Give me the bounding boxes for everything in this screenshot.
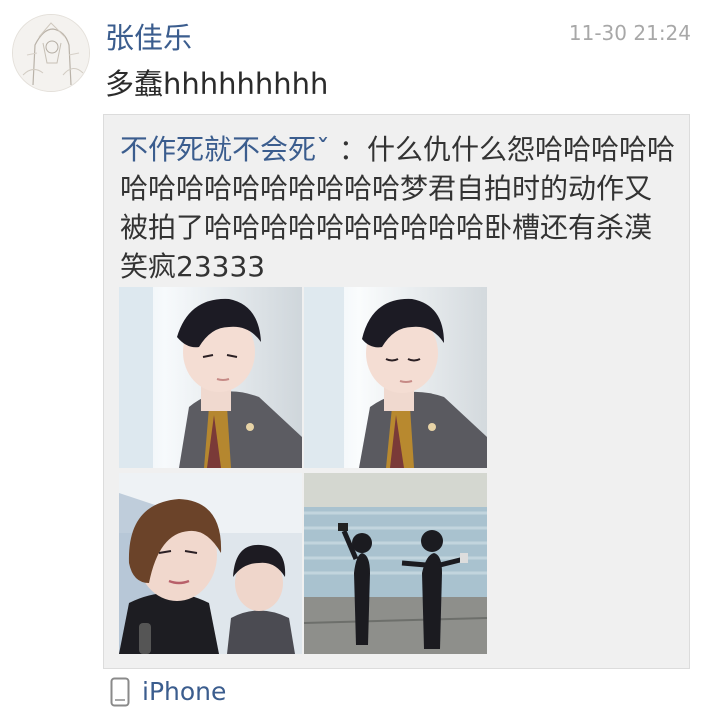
repost-photo-4[interactable] xyxy=(304,473,487,654)
weibo-post: 张佳乐 11-30 21:24 多蠢hhhhhhhhh 不作死就不会死ˇ ：什么… xyxy=(0,0,719,708)
author-name[interactable]: 张佳乐 xyxy=(105,20,192,56)
repost-text-block: 不作死就不会死ˇ ：什么仇什么怨哈哈哈哈哈哈哈哈哈哈哈哈哈哈哈梦君自拍时的动作又… xyxy=(120,130,676,286)
avatar-sketch-image xyxy=(13,15,89,91)
post-source[interactable]: iPhone xyxy=(110,676,226,708)
phone-icon xyxy=(110,677,130,707)
repost-photo-1[interactable] xyxy=(119,287,302,468)
avatar[interactable] xyxy=(12,14,90,92)
repost-card[interactable]: 不作死就不会死ˇ ：什么仇什么怨哈哈哈哈哈哈哈哈哈哈哈哈哈哈哈梦君自拍时的动作又… xyxy=(103,114,690,669)
device-label[interactable]: iPhone xyxy=(142,676,226,708)
repost-photo-3[interactable] xyxy=(119,473,302,654)
post-timestamp: 11-30 21:24 xyxy=(568,21,691,45)
repost-separator: ： xyxy=(338,133,367,166)
repost-author-link[interactable]: 不作死就不会死ˇ xyxy=(120,133,330,166)
repost-photo-2[interactable] xyxy=(304,287,487,468)
post-text: 多蠢hhhhhhhhh xyxy=(105,67,329,101)
